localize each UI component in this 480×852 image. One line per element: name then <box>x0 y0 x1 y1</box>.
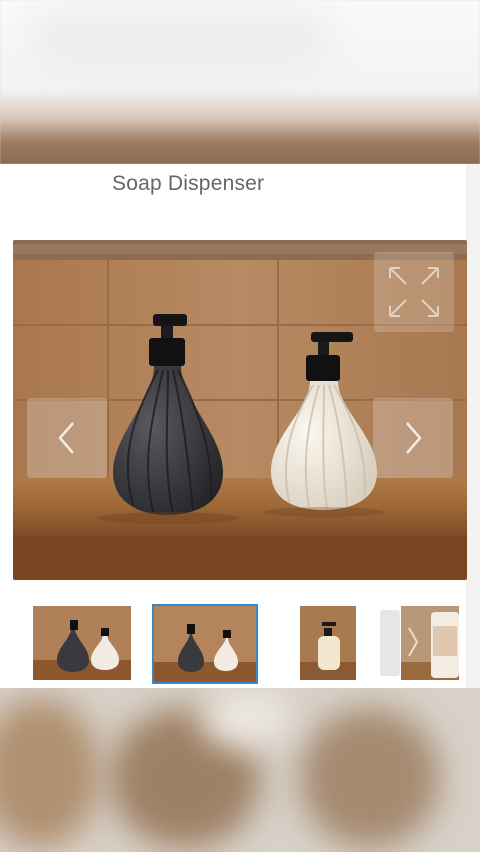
previous-image-button[interactable] <box>27 398 107 478</box>
chevron-right-icon <box>406 422 422 454</box>
dialog-title: Soap Dispenser <box>112 172 265 195</box>
thumbnail-3[interactable] <box>300 606 356 680</box>
dialog-edge <box>466 164 480 688</box>
next-image-button[interactable] <box>373 398 453 478</box>
expand-button[interactable] <box>374 252 454 332</box>
expand-icon <box>389 267 439 317</box>
thumbnail-4[interactable] <box>401 606 459 680</box>
thumbnail-2[interactable] <box>152 604 258 684</box>
thumbnail-1[interactable] <box>33 606 131 680</box>
chevron-left-icon <box>58 422 74 454</box>
thumbnail-scroll-indicator <box>380 610 400 676</box>
blurred-background-top <box>0 0 480 164</box>
blurred-background-bottom <box>0 688 480 852</box>
